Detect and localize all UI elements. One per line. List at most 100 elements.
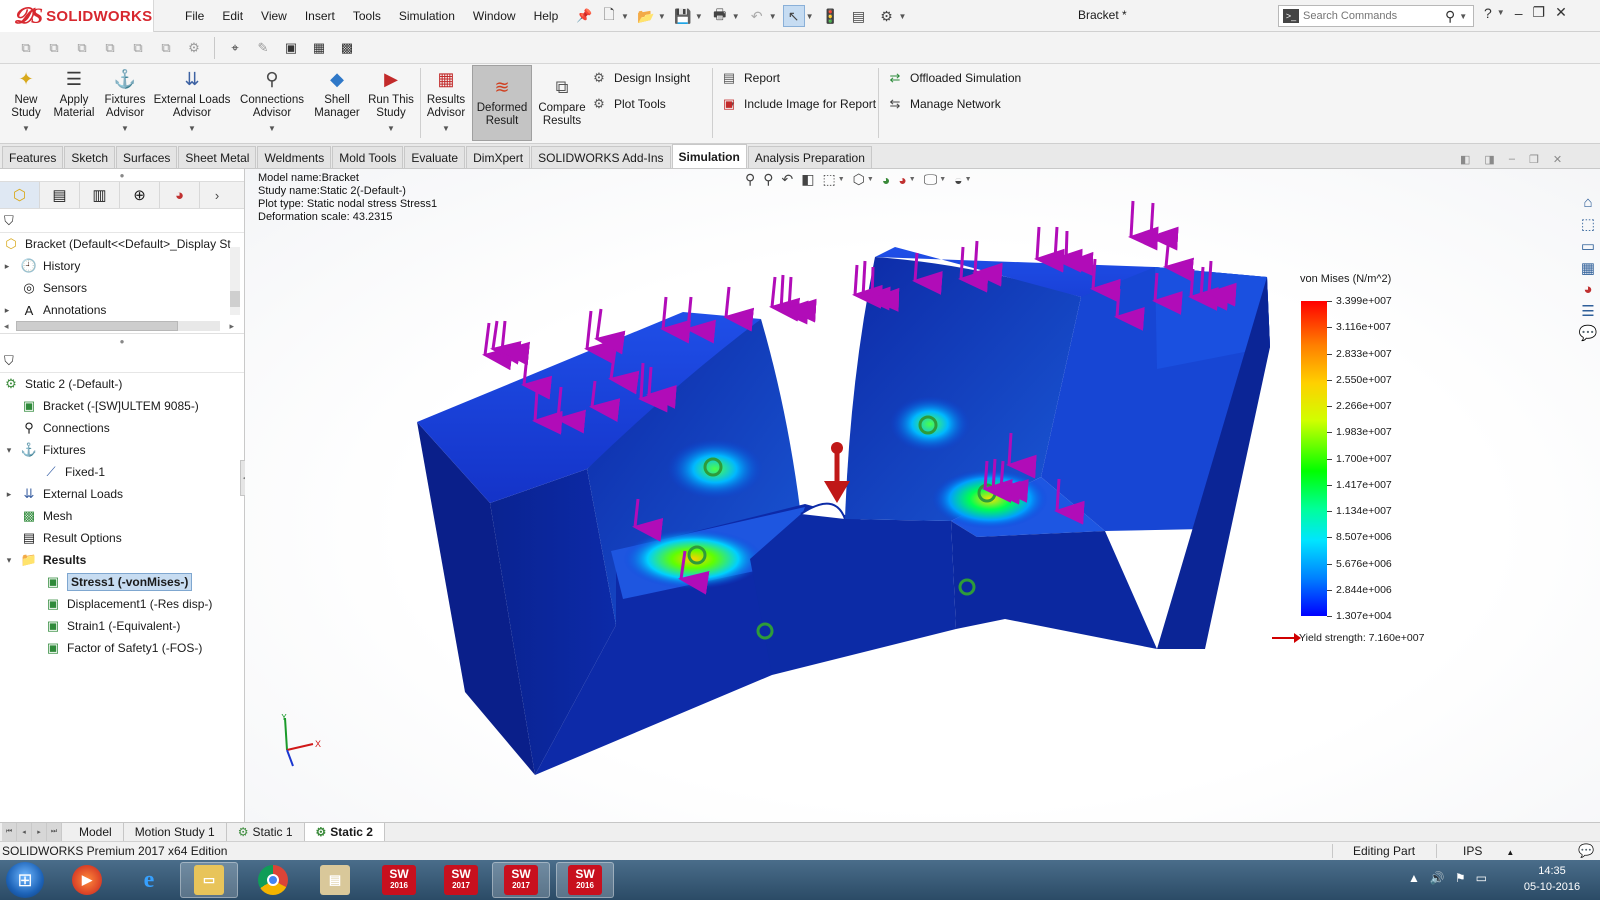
print-dropdown-icon[interactable]: ▼: [732, 12, 740, 21]
tab-static-1[interactable]: ⚙ Static 1: [227, 823, 305, 841]
tab-surfaces[interactable]: Surfaces: [116, 146, 178, 168]
connections-advisor-button[interactable]: ⚲ Connections Advisor ▼: [238, 66, 306, 138]
previous-tab-icon[interactable]: ◂: [17, 823, 32, 841]
tb-list-icon[interactable]: ⧉: [126, 37, 150, 59]
tree-item-displacement1[interactable]: ▣ Displacement1 (-Res disp-): [0, 593, 244, 615]
feature-tree-horizontal-scrollbar[interactable]: ◂ ▸: [4, 319, 234, 333]
tb-paste-icon[interactable]: ⧉: [42, 37, 66, 59]
fixtures-dropdown-icon[interactable]: ▼: [121, 122, 129, 135]
viewport-restore-icon[interactable]: ❐: [1529, 153, 1539, 166]
menu-tools[interactable]: Tools: [344, 9, 390, 23]
property-manager-tab-icon[interactable]: ▤: [40, 182, 80, 208]
taskbar-app[interactable]: ▶: [58, 862, 116, 898]
menu-window[interactable]: Window: [464, 9, 525, 23]
forum-icon[interactable]: 💬: [1579, 324, 1598, 342]
minimize-icon[interactable]: –: [1515, 5, 1523, 21]
file-explorer-pane-icon[interactable]: ▭: [1581, 237, 1595, 255]
tab-sheet-metal[interactable]: Sheet Metal: [178, 146, 257, 168]
feature-manager-tab-icon[interactable]: ⬡: [0, 182, 40, 208]
tree-item-stress1[interactable]: ▣ Stress1 (-vonMises-): [0, 571, 244, 593]
run-study-dropdown-icon[interactable]: ▼: [387, 122, 395, 135]
taskbar-app[interactable]: SW 2017: [432, 862, 490, 898]
tab-sketch[interactable]: Sketch: [64, 146, 116, 168]
tree-item-strain1[interactable]: ▣ Strain1 (-Equivalent-): [0, 615, 244, 637]
menu-file[interactable]: File: [176, 9, 213, 23]
tree-item-mesh[interactable]: ▩ Mesh: [0, 505, 244, 527]
tb-copy-icon[interactable]: ⧉: [14, 37, 38, 59]
expand-arrow-icon[interactable]: ▸: [0, 305, 14, 316]
search-dropdown-icon[interactable]: ▼: [1459, 12, 1467, 21]
tree-item-annotations[interactable]: ▸ A Annotations: [0, 299, 244, 319]
undo-dropdown-icon[interactable]: ▼: [769, 12, 777, 21]
traffic-light-icon[interactable]: 🚦: [820, 5, 842, 27]
tree-item-study[interactable]: ⚙ Static 2 (-Default-): [0, 373, 244, 395]
taskbar-app[interactable]: ▭: [180, 862, 238, 898]
run-study-button[interactable]: ▶ Run This Study ▼: [366, 66, 416, 138]
close-icon[interactable]: ✕: [1555, 4, 1567, 21]
scroll-right-icon[interactable]: ▸: [229, 321, 234, 332]
tb-duplicate-icon[interactable]: ⧉: [70, 37, 94, 59]
tb-animate-icon[interactable]: ▦: [307, 37, 331, 59]
action-center-icon[interactable]: ⚑: [1455, 871, 1466, 885]
view-palette-icon[interactable]: ▦: [1581, 259, 1595, 277]
expand-arrow-icon[interactable]: ▸: [0, 261, 14, 272]
manage-network-button[interactable]: ⇆ Manage Network: [886, 94, 1001, 114]
search-input[interactable]: [1303, 10, 1443, 22]
tb-move-icon[interactable]: ⧉: [98, 37, 122, 59]
plot-tools-button[interactable]: ⚙ Plot Tools ▼: [590, 94, 736, 114]
last-tab-icon[interactable]: ⏭: [47, 823, 62, 841]
tree-filter[interactable]: ⛉: [0, 209, 244, 233]
show-hidden-icons-icon[interactable]: ▲: [1408, 871, 1420, 885]
shell-manager-button[interactable]: ◆ Shell Manager: [312, 66, 362, 138]
panel-splitter[interactable]: ●: [0, 333, 244, 349]
tree-item-result-options[interactable]: ▤ Result Options: [0, 527, 244, 549]
tab-static-2[interactable]: ⚙ Static 2: [304, 823, 385, 841]
offloaded-simulation-button[interactable]: ⇄ Offloaded Simulation: [886, 68, 1022, 88]
tb-probe-icon[interactable]: ⌖: [223, 37, 247, 59]
select-dropdown-icon[interactable]: ▼: [806, 12, 814, 21]
tb-settings-icon[interactable]: ⚙: [182, 37, 206, 59]
tab-model[interactable]: Model: [68, 823, 124, 841]
help-icon[interactable]: ?: [1484, 5, 1492, 21]
tree-item-sensors[interactable]: ◎ Sensors: [0, 277, 244, 299]
display-manager-tab-icon[interactable]: ◕: [160, 182, 200, 208]
messages-icon[interactable]: 💬: [1578, 843, 1594, 859]
tree-item-results[interactable]: ▾ 📁 Results: [0, 549, 244, 571]
save-icon[interactable]: 💾: [672, 5, 694, 27]
menu-insert[interactable]: Insert: [296, 9, 344, 23]
tab-weldments[interactable]: Weldments: [257, 146, 332, 168]
appearances-icon[interactable]: ◕: [1583, 281, 1592, 298]
open-icon[interactable]: 📂: [635, 5, 657, 27]
select-arrow-icon[interactable]: ↖: [782, 5, 805, 27]
viewport-close-icon[interactable]: ✕: [1553, 153, 1562, 166]
menu-view[interactable]: View: [252, 9, 296, 23]
new-dropdown-icon[interactable]: ▼: [621, 12, 629, 21]
tree-item-fixtures[interactable]: ▾ ⚓ Fixtures: [0, 439, 244, 461]
filter-icon[interactable]: ⛉: [4, 213, 14, 229]
report-button[interactable]: ▤ Report: [720, 68, 780, 88]
dimxpert-manager-tab-icon[interactable]: ⊕: [120, 182, 160, 208]
save-dropdown-icon[interactable]: ▼: [695, 12, 703, 21]
tab-motion-study-1[interactable]: Motion Study 1: [124, 823, 227, 841]
print-icon[interactable]: 🖶: [709, 5, 731, 27]
tb-delete-icon[interactable]: ⧉: [154, 37, 178, 59]
scroll-thumb[interactable]: [230, 291, 240, 307]
design-insight-button[interactable]: ⚙ Design Insight: [590, 68, 690, 88]
solidworks-resources-icon[interactable]: ⌂: [1583, 194, 1592, 211]
restore-icon[interactable]: ❐: [1533, 4, 1546, 21]
pin-icon[interactable]: 📌: [567, 8, 601, 24]
solidworks-logo[interactable]: 𝓓S SOLIDWORKS: [0, 0, 154, 32]
first-tab-icon[interactable]: ⏮: [2, 823, 17, 841]
tab-simulation[interactable]: Simulation: [671, 144, 747, 168]
menu-help[interactable]: Help: [525, 9, 568, 23]
graphics-area[interactable]: Model name:Bracket Study name:Static 2(-…: [245, 169, 1600, 822]
fixtures-advisor-button[interactable]: ⚓ Fixtures Advisor ▼: [102, 66, 148, 138]
help-dropdown-icon[interactable]: ▼: [1497, 8, 1505, 17]
network-icon[interactable]: ▭: [1476, 871, 1487, 885]
study-tree-filter[interactable]: ⛉: [0, 349, 244, 373]
options-dropdown-icon[interactable]: ▼: [899, 12, 907, 21]
configuration-manager-tab-icon[interactable]: ▥: [80, 182, 120, 208]
tb-export-icon[interactable]: ▩: [335, 37, 359, 59]
taskbar-app[interactable]: SW 2017: [492, 862, 550, 898]
custom-properties-icon[interactable]: ☰: [1581, 302, 1594, 320]
